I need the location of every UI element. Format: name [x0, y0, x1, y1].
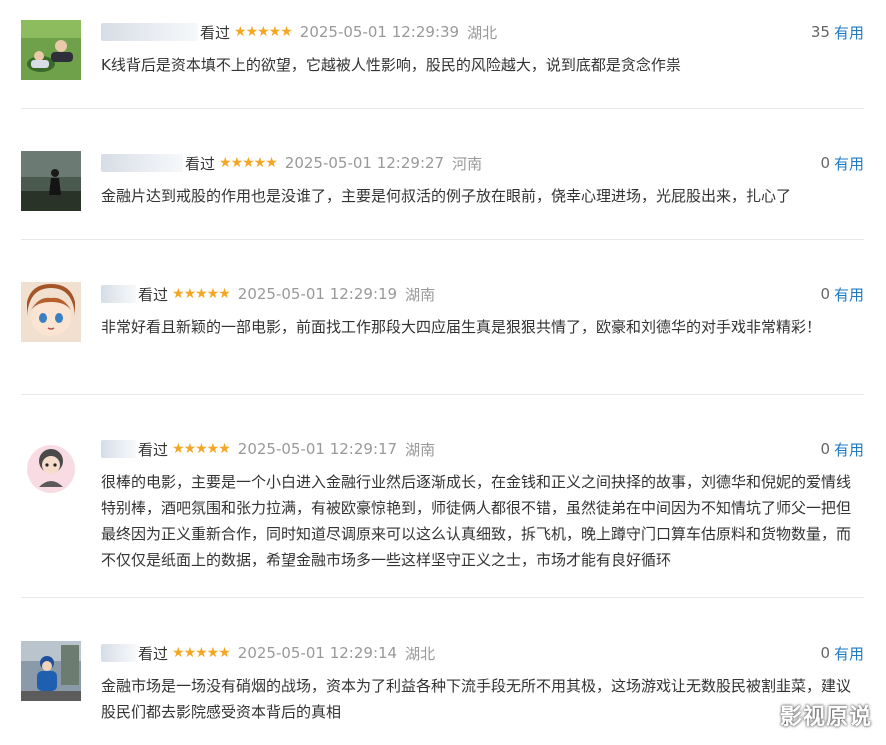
comment-text: 很棒的电影，主要是一个小白进入金融行业然后逐渐成长，在金钱和正义之间抉择的故事，… — [101, 473, 852, 569]
comment-text: 金融片达到戒股的作用也是没谁了，主要是何叔活的例子放在眼前，侥幸心理进场，光屁股… — [101, 187, 792, 205]
user-name-blurred[interactable] — [101, 23, 198, 41]
divider — [21, 597, 864, 598]
review-item: 看过 ★★★★★ 2025-05-01 12:29:19 湖南 0 有用 非常好… — [21, 282, 864, 395]
avatar[interactable] — [21, 437, 81, 497]
timestamp: 2025-05-01 12:29:39 — [299, 23, 460, 41]
review-meta: 看过 ★★★★★ 2025-05-01 12:29:14 湖北 — [101, 641, 435, 665]
comment-text: 非常好看且新颖的一部电影，前面找工作那段大四应届生真是狠狠共情了，欧豪和刘德华的… — [101, 318, 822, 336]
vote-count: 0 — [820, 644, 830, 662]
watched-label: 看过 — [138, 285, 169, 304]
watermark: 影视原说 — [779, 705, 872, 730]
useful-button[interactable]: 有用 — [834, 284, 864, 305]
review-item: 看过 ★★★★★ 2025-05-01 12:29:17 湖南 0 有用 很棒的… — [21, 437, 864, 598]
useful-button[interactable]: 有用 — [834, 643, 864, 664]
divider — [21, 394, 864, 395]
timestamp: 2025-05-01 12:29:14 — [237, 644, 398, 662]
vote-area: 0 有用 — [820, 437, 864, 461]
avatar[interactable] — [21, 20, 81, 80]
location: 河南 — [452, 154, 483, 173]
vote-count: 0 — [820, 285, 830, 303]
review-item: 看过 ★★★★★ 2025-05-01 12:29:39 湖北 35 有用 K线… — [21, 20, 864, 109]
vote-area: 0 有用 — [820, 641, 864, 665]
useful-button[interactable]: 有用 — [834, 22, 864, 43]
review-meta: 看过 ★★★★★ 2025-05-01 12:29:19 湖南 — [101, 282, 435, 306]
vote-count: 0 — [820, 154, 830, 172]
rating-stars: ★★★★★ — [172, 645, 231, 661]
avatar[interactable] — [21, 641, 81, 701]
vote-count: 35 — [810, 23, 830, 41]
timestamp: 2025-05-01 12:29:19 — [237, 285, 398, 303]
review-meta: 看过 ★★★★★ 2025-05-01 12:29:27 河南 — [101, 151, 482, 175]
comment-text: 金融市场是一场没有硝烟的战场，资本为了利益各种下流手段无所不用其极，这场游戏让无… — [101, 677, 852, 721]
location: 湖北 — [467, 23, 498, 42]
divider — [21, 108, 864, 109]
divider — [21, 239, 864, 240]
vote-count: 0 — [820, 440, 830, 458]
watched-label: 看过 — [185, 154, 216, 173]
watched-label: 看过 — [138, 644, 169, 663]
user-name-blurred[interactable] — [101, 644, 136, 662]
vote-area: 0 有用 — [820, 282, 864, 306]
review-meta: 看过 ★★★★★ 2025-05-01 12:29:39 湖北 — [101, 20, 497, 44]
watched-label: 看过 — [138, 440, 169, 459]
vote-area: 0 有用 — [820, 151, 864, 175]
rating-stars: ★★★★★ — [219, 155, 278, 171]
location: 湖北 — [405, 644, 436, 663]
rating-stars: ★★★★★ — [172, 286, 231, 302]
location: 湖南 — [405, 440, 436, 459]
review-item: 看过 ★★★★★ 2025-05-01 12:29:27 河南 0 有用 金融片… — [21, 151, 864, 240]
watched-label: 看过 — [200, 23, 231, 42]
rating-stars: ★★★★★ — [172, 441, 231, 457]
timestamp: 2025-05-01 12:29:27 — [284, 154, 445, 172]
avatar[interactable] — [21, 151, 81, 211]
review-item: 看过 ★★★★★ 2025-05-01 12:29:14 湖北 0 有用 金融市… — [21, 641, 864, 731]
vote-area: 35 有用 — [811, 20, 864, 44]
location: 湖南 — [405, 285, 436, 304]
timestamp: 2025-05-01 12:29:17 — [237, 440, 398, 458]
useful-button[interactable]: 有用 — [834, 153, 864, 174]
useful-button[interactable]: 有用 — [834, 439, 864, 460]
comment-text: K线背后是资本填不上的欲望，它越被人性影响，股民的风险越大，说到底都是贪念作祟 — [101, 56, 681, 74]
rating-stars: ★★★★★ — [234, 24, 293, 40]
user-name-blurred[interactable] — [101, 154, 183, 172]
user-name-blurred[interactable] — [101, 285, 136, 303]
user-name-blurred[interactable] — [101, 440, 136, 458]
review-meta: 看过 ★★★★★ 2025-05-01 12:29:17 湖南 — [101, 437, 435, 461]
avatar[interactable] — [21, 282, 81, 342]
